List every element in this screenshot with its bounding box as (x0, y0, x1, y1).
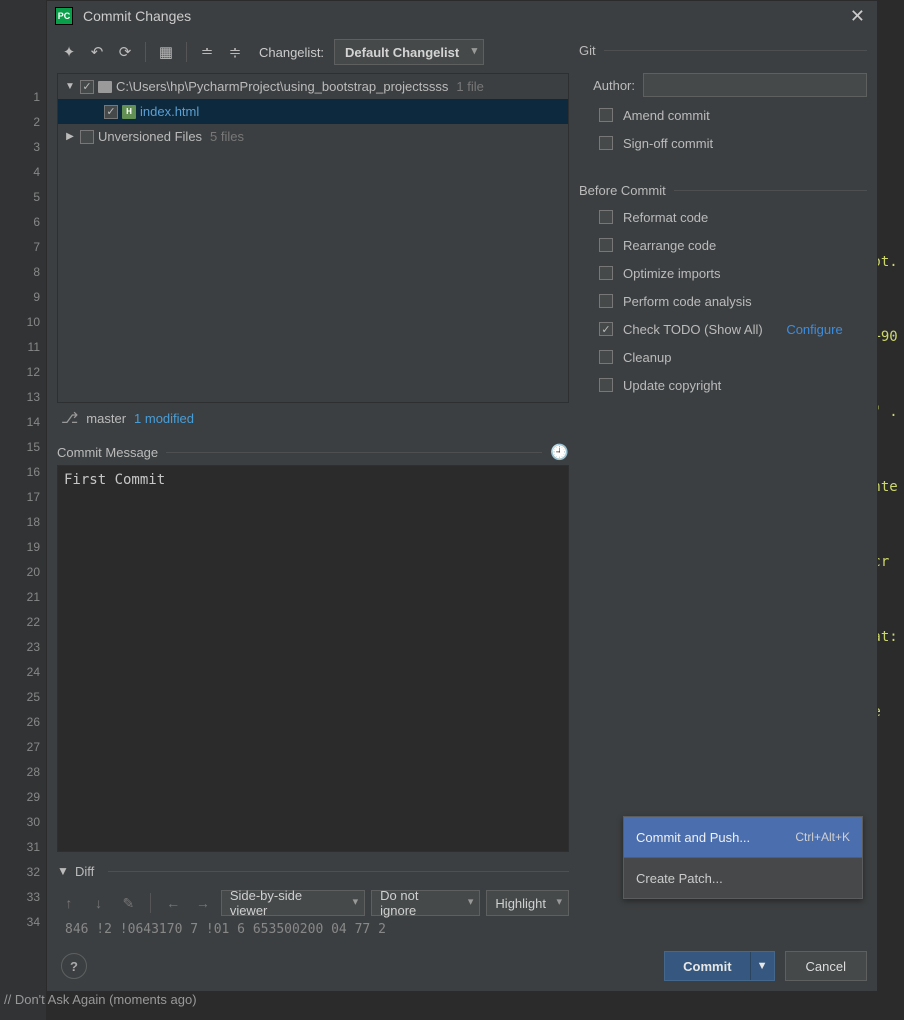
ignore-whitespace-dropdown[interactable]: Do not ignore (371, 890, 480, 916)
signoff-checkbox[interactable] (599, 136, 613, 150)
amend-label: Amend commit (623, 108, 710, 123)
folder-icon (98, 81, 112, 93)
branch-icon: ⎇ (61, 409, 78, 427)
unversioned-checkbox[interactable] (80, 130, 94, 144)
root-path: C:\Users\hp\PycharmProject\using_bootstr… (116, 79, 448, 94)
commit-message-input[interactable] (57, 465, 569, 852)
help-button[interactable]: ? (61, 953, 87, 979)
file-checkbox[interactable] (104, 105, 118, 119)
expand-all-icon[interactable]: ≐ (195, 40, 219, 64)
configure-link[interactable]: Configure (786, 322, 842, 337)
diff-label: Diff (75, 864, 94, 879)
tree-root-row[interactable]: ▼ C:\Users\hp\PycharmProject\using_boots… (58, 74, 568, 99)
commit-and-push-label: Commit and Push... (636, 830, 750, 845)
analysis-label: Perform code analysis (623, 294, 752, 309)
reformat-checkbox[interactable] (599, 210, 613, 224)
diff-info-text: 846 !2 !0643170 7 !01 6 653500200 04 77 … (57, 918, 569, 937)
tree-unversioned-row[interactable]: ▶ Unversioned Files 5 files (58, 124, 568, 149)
commit-dropdown-icon[interactable]: ▼ (750, 952, 774, 980)
commit-button[interactable]: Commit ▼ (664, 951, 774, 981)
commit-button-label: Commit (665, 959, 749, 974)
viewer-mode-dropdown[interactable]: Side-by-side viewer (221, 890, 365, 916)
optimize-checkbox[interactable] (599, 266, 613, 280)
changelist-label: Changelist: (259, 45, 324, 60)
unversioned-count: 5 files (210, 129, 244, 144)
optimize-label: Optimize imports (623, 266, 721, 281)
author-label: Author: (579, 78, 635, 93)
cleanup-checkbox[interactable] (599, 350, 613, 364)
app-icon: PC (55, 7, 73, 25)
dialog-title: Commit Changes (83, 8, 846, 24)
create-patch-label: Create Patch... (636, 871, 723, 886)
tree-file-row[interactable]: H index.html (58, 99, 568, 124)
copyright-label: Update copyright (623, 378, 721, 393)
group-by-icon[interactable]: ▦ (154, 40, 178, 64)
analysis-checkbox[interactable] (599, 294, 613, 308)
chevron-down-icon[interactable]: ▼ (64, 81, 76, 92)
rearrange-checkbox[interactable] (599, 238, 613, 252)
changelist-dropdown[interactable]: Default Changelist (334, 39, 484, 65)
prev-diff-icon[interactable]: ↑ (57, 891, 81, 915)
refresh-icon[interactable]: ⟳ (113, 40, 137, 64)
close-icon[interactable]: ✕ (846, 4, 869, 29)
cancel-button[interactable]: Cancel (785, 951, 867, 981)
changes-tree[interactable]: ▼ C:\Users\hp\PycharmProject\using_boots… (57, 73, 569, 403)
todo-label: Check TODO (Show All) (623, 322, 763, 337)
cleanup-label: Cleanup (623, 350, 671, 365)
copyright-checkbox[interactable] (599, 378, 613, 392)
author-input[interactable] (643, 73, 867, 97)
next-file-icon[interactable]: → (191, 891, 215, 915)
edit-diff-icon[interactable]: ✎ (117, 891, 141, 915)
before-commit-label: Before Commit (579, 183, 666, 198)
commit-and-push-shortcut: Ctrl+Alt+K (795, 830, 850, 844)
editor-gutter: 1234567891011121314151617181920212223242… (0, 0, 46, 1020)
next-diff-icon[interactable]: ↓ (87, 891, 111, 915)
rearrange-label: Rearrange code (623, 238, 716, 253)
commit-dialog: PC Commit Changes ✕ ✦ ↶ ⟳ ▦ ≐ ≑ Changeli… (46, 0, 878, 992)
branch-name: master (86, 411, 126, 426)
html-file-icon: H (122, 105, 136, 119)
diff-chevron-icon[interactable]: ▼ (57, 864, 69, 878)
signoff-label: Sign-off commit (623, 136, 713, 151)
commit-and-push-item[interactable]: Commit and Push... Ctrl+Alt+K (624, 817, 862, 857)
prev-file-icon[interactable]: ← (161, 891, 185, 915)
show-diff-icon[interactable]: ✦ (57, 40, 81, 64)
root-checkbox[interactable] (80, 80, 94, 94)
undo-icon[interactable]: ↶ (85, 40, 109, 64)
bg-status-bar: // Don't Ask Again (moments ago) (0, 992, 904, 1014)
commit-message-label: Commit Message (57, 445, 158, 460)
highlight-dropdown[interactable]: Highlight (486, 890, 569, 916)
unversioned-label: Unversioned Files (98, 129, 202, 144)
create-patch-item[interactable]: Create Patch... (624, 858, 862, 898)
commit-popup-menu: Commit and Push... Ctrl+Alt+K Create Pat… (623, 816, 863, 899)
amend-checkbox[interactable] (599, 108, 613, 122)
reformat-label: Reformat code (623, 210, 708, 225)
git-section-label: Git (579, 43, 596, 58)
todo-checkbox[interactable] (599, 322, 613, 336)
chevron-right-icon[interactable]: ▶ (64, 131, 76, 142)
file-name: index.html (140, 104, 199, 119)
root-count: 1 file (456, 79, 483, 94)
modified-link[interactable]: 1 modified (134, 411, 194, 426)
history-icon[interactable]: 🕘 (550, 443, 569, 461)
collapse-all-icon[interactable]: ≑ (223, 40, 247, 64)
